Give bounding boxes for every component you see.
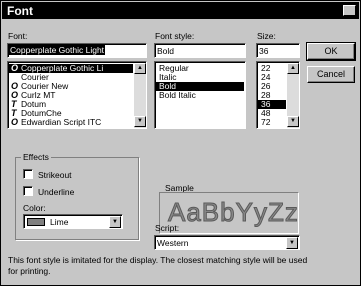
cancel-button[interactable]: Cancel (307, 66, 355, 83)
font-name-value: Copperplate Gothic Light (9, 45, 106, 55)
chevron-down-icon[interactable]: ▼ (286, 237, 298, 249)
size-input[interactable]: 36 (256, 43, 300, 58)
color-label: Color: (23, 203, 46, 213)
size-list-scrollbar[interactable]: ▲ ▼ (287, 63, 299, 128)
strikeout-checkbox[interactable] (23, 169, 33, 179)
style-value: Bold (157, 46, 175, 56)
list-item[interactable]: 72 (258, 118, 286, 127)
script-value: Western (157, 238, 189, 248)
window-title: Font (7, 4, 33, 18)
list-item-label: 72 (261, 117, 271, 127)
style-input[interactable]: Bold (154, 43, 246, 58)
size-label: Size: (257, 31, 276, 41)
script-label: Script: (155, 223, 180, 233)
ok-button[interactable]: OK (306, 42, 356, 61)
list-item[interactable]: Bold Italic (156, 91, 244, 100)
font-list-scrollbar[interactable]: ▲ ▼ (134, 63, 146, 128)
scroll-down-icon[interactable]: ▼ (134, 116, 146, 127)
help-button[interactable] (343, 5, 356, 16)
color-value: Lime (50, 217, 69, 227)
title-bar: Font (2, 2, 359, 19)
list-item-label: Edwardian Script ITC (21, 117, 102, 127)
font-type-icon: O (11, 64, 19, 73)
font-name-input[interactable]: Copperplate Gothic Light (7, 43, 147, 58)
script-select[interactable]: Western ▼ (154, 235, 300, 250)
strikeout-label[interactable]: Strikeout (38, 170, 72, 180)
font-label: Font: (8, 31, 28, 41)
sample-text: AaBbYyZz (168, 197, 299, 228)
style-listbox[interactable]: Regular Italic Bold Bold Italic (154, 61, 246, 129)
underline-label[interactable]: Underline (38, 187, 74, 197)
sample-preview: AaBbYyZz (159, 192, 299, 234)
font-listbox[interactable]: O Copperplate Gothic Li Courier O Courier Ne… (7, 61, 147, 129)
list-item-label: Bold Italic (159, 90, 196, 100)
color-swatch (27, 218, 45, 226)
color-select[interactable]: Lime ▼ (23, 214, 123, 229)
underline-checkbox[interactable] (23, 186, 33, 196)
effects-group: Effects Strikeout Underline Color: Lime … (15, 152, 139, 240)
scroll-up-icon[interactable]: ▲ (287, 63, 299, 74)
font-dialog: Font Font: Copperplate Gothic Light O Cop… (0, 0, 361, 286)
scroll-up-icon[interactable]: ▲ (134, 63, 146, 74)
style-label: Font style: (155, 31, 195, 41)
imitation-hint: This font style is imitated for the disp… (8, 255, 308, 276)
list-item[interactable]: O Edwardian Script ITC (9, 118, 133, 127)
effects-title: Effects (21, 152, 51, 162)
size-listbox[interactable]: 22 24 26 28 36 48 72 ▲ ▼ (256, 61, 300, 129)
size-value: 36 (259, 46, 269, 56)
chevron-down-icon[interactable]: ▼ (109, 216, 121, 228)
font-type-icon: O (11, 117, 19, 127)
scroll-down-icon[interactable]: ▼ (287, 116, 299, 127)
